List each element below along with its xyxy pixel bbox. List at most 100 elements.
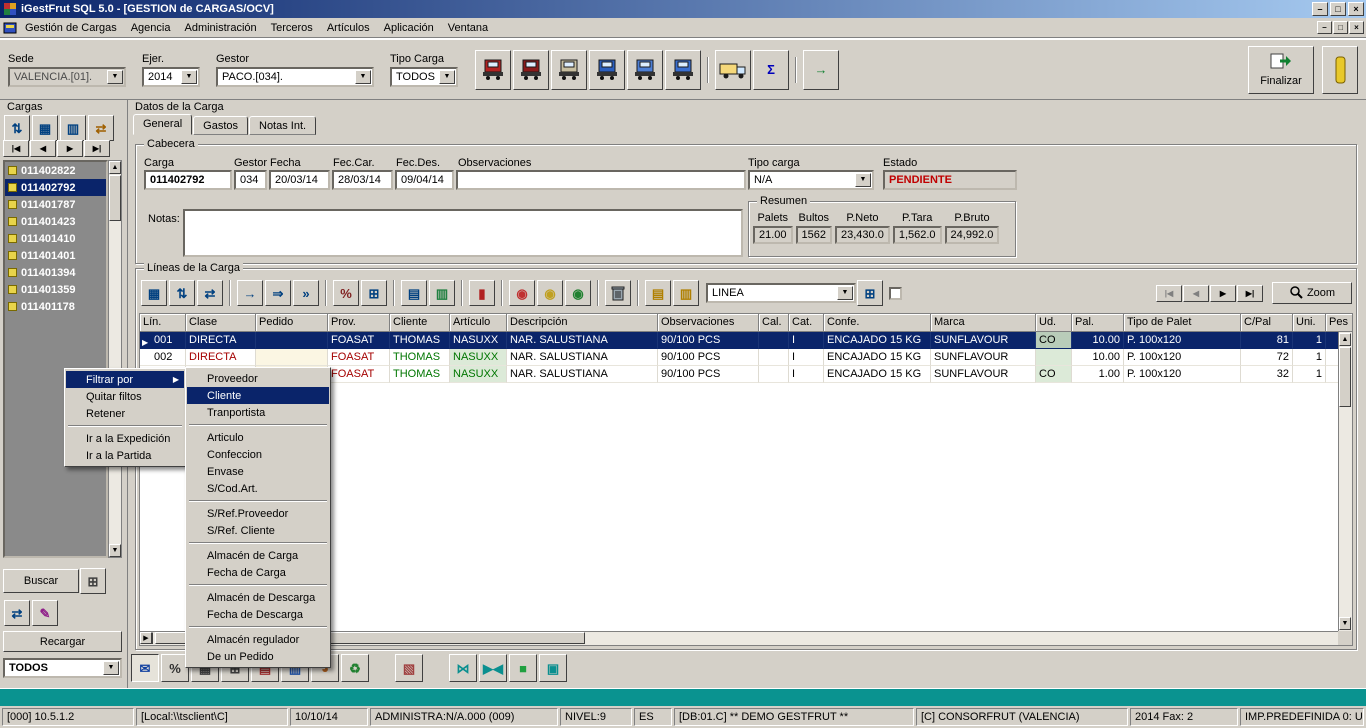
table-row[interactable]: ▶001DIRECTAFOASATTHOMASNASUXXNAR. SALUST… bbox=[140, 332, 1338, 349]
truck-side-icon[interactable] bbox=[715, 50, 751, 90]
zoom-button[interactable]: Zoom bbox=[1272, 282, 1352, 304]
tab-gastos[interactable]: Gastos bbox=[193, 116, 248, 135]
truck-ff-icon[interactable] bbox=[665, 50, 701, 90]
close-button[interactable]: × bbox=[1348, 2, 1364, 16]
trash-icon[interactable] bbox=[605, 280, 631, 306]
menu-item-aplicacion[interactable]: Aplicación bbox=[377, 19, 441, 37]
recargar-button[interactable]: Recargar bbox=[3, 631, 122, 652]
filter-submenu-item-envase[interactable]: Envase bbox=[187, 463, 329, 480]
menu-item-gestion-de-cargas[interactable]: Gestión de Cargas bbox=[18, 19, 124, 37]
column-header-c-pal[interactable]: C/Pal bbox=[1241, 314, 1293, 332]
tipo-carga-combo-arrow-icon[interactable]: ▼ bbox=[439, 70, 455, 84]
lines-move-icon[interactable]: ⇄ bbox=[197, 280, 223, 306]
truck-red-icon[interactable] bbox=[475, 50, 511, 90]
cargas-sort-icon[interactable]: ⇅ bbox=[4, 115, 30, 141]
column-header-clase[interactable]: Clase bbox=[186, 314, 256, 332]
coins-icon[interactable]: ▤ bbox=[645, 280, 671, 306]
export-icon[interactable]: → bbox=[803, 50, 839, 90]
buscar-button[interactable]: Buscar bbox=[3, 569, 79, 593]
gestor-combo-arrow-icon[interactable]: ▼ bbox=[355, 70, 371, 84]
column-header-cat[interactable]: Cat. bbox=[789, 314, 824, 332]
scroll-down-icon[interactable]: ▼ bbox=[109, 544, 121, 557]
collapse-icon[interactable]: ▶◀ bbox=[479, 654, 507, 682]
carga-list-item[interactable]: 011401359 bbox=[5, 281, 106, 298]
column-header-ud[interactable]: Ud. bbox=[1036, 314, 1072, 332]
cargas-transfer-icon[interactable]: ⇄ bbox=[88, 115, 114, 141]
filter-submenu-item-almacen-de-descarga[interactable]: Almacén de Descarga bbox=[187, 589, 329, 606]
line-forward-icon[interactable]: → bbox=[237, 280, 263, 306]
menu-item-agencia[interactable]: Agencia bbox=[124, 19, 178, 37]
scroll-up-icon[interactable]: ▲ bbox=[109, 161, 121, 174]
recycle-icon[interactable]: ♻ bbox=[341, 654, 369, 682]
tab-general[interactable]: General bbox=[133, 114, 192, 135]
status-green-icon[interactable]: ◉ bbox=[565, 280, 591, 306]
filter-submenu-item-articulo[interactable]: Articulo bbox=[187, 429, 329, 446]
context-menu-item-ir-a-la-partida[interactable]: Ir a la Partida bbox=[66, 447, 184, 464]
filter-submenu-item-fecha-de-carga[interactable]: Fecha de Carga bbox=[187, 564, 329, 581]
column-header-cal[interactable]: Cal. bbox=[759, 314, 789, 332]
finalizar-button[interactable]: Finalizar bbox=[1248, 46, 1314, 94]
gestor-combo[interactable]: PACO.[034]. ▼ bbox=[216, 67, 374, 87]
column-header-pes[interactable]: Pes bbox=[1326, 314, 1353, 332]
menu-item-administracion[interactable]: Administración bbox=[177, 19, 263, 37]
tipo-carga-field-combo[interactable]: N/A ▼ bbox=[748, 170, 874, 190]
sede-combo[interactable]: VALENCIA.[01]. ▼ bbox=[8, 67, 126, 87]
line-forward-all-icon[interactable]: ⇒ bbox=[265, 280, 291, 306]
truck-blue-icon[interactable] bbox=[589, 50, 625, 90]
cargas-grid-icon[interactable]: ▥ bbox=[60, 115, 86, 141]
buscar-grid-icon[interactable]: ⊞ bbox=[80, 568, 106, 594]
first-line-button[interactable]: |◀ bbox=[1156, 285, 1182, 302]
filter-submenu-item-de-un-pedido[interactable]: De un Pedido bbox=[187, 648, 329, 665]
carga-list-item[interactable]: 011401178 bbox=[5, 298, 106, 315]
filter-submenu-item-almacen-regulador[interactable]: Almacén regulador bbox=[187, 631, 329, 648]
fec-des-field[interactable]: 09/04/14 bbox=[395, 170, 454, 190]
context-menu-item-filtrar-por[interactable]: Filtrar por▶ bbox=[66, 371, 184, 388]
cargas-last-button[interactable]: ▶| bbox=[84, 140, 110, 157]
cargas-palette-icon[interactable]: ✎ bbox=[32, 600, 58, 626]
carga-list-item[interactable]: 011402792 bbox=[5, 179, 106, 196]
last-line-button[interactable]: ▶| bbox=[1237, 285, 1263, 302]
menu-item-ventana[interactable]: Ventana bbox=[441, 19, 495, 37]
line-jump-icon[interactable]: » bbox=[293, 280, 319, 306]
table-scroll-up-icon[interactable]: ▲ bbox=[1339, 333, 1351, 346]
table-vscrollbar[interactable]: ▲ ▼ bbox=[1338, 332, 1352, 631]
filter-submenu-item-s-ref-proveedor[interactable]: S/Ref.Proveedor bbox=[187, 505, 329, 522]
column-header-articulo[interactable]: Artículo bbox=[450, 314, 507, 332]
table-scroll-down-icon[interactable]: ▼ bbox=[1339, 617, 1351, 630]
cargas-copy-icon[interactable]: ▦ bbox=[32, 115, 58, 141]
mdi-restore-button[interactable]: □ bbox=[1333, 21, 1348, 34]
carga-list-item[interactable]: 011401394 bbox=[5, 264, 106, 281]
table-scroll-right-icon[interactable]: ▶ bbox=[140, 632, 152, 644]
truck-lightblue-icon[interactable] bbox=[627, 50, 663, 90]
carga-list-item[interactable]: 011401410 bbox=[5, 230, 106, 247]
lines-grid-icon[interactable]: ▦ bbox=[141, 280, 167, 306]
table-row[interactable]: 002DIRECTAFOASATTHOMASNASUXXNAR. SALUSTI… bbox=[140, 349, 1338, 366]
minimize-button[interactable]: – bbox=[1312, 2, 1328, 16]
chart-view-icon[interactable]: ▥ bbox=[429, 280, 455, 306]
observaciones-field[interactable] bbox=[456, 170, 746, 190]
lineas-checkbox[interactable] bbox=[889, 287, 902, 300]
fecha-field[interactable]: 20/03/14 bbox=[269, 170, 330, 190]
tipo-carga-field-arrow-icon[interactable]: ▼ bbox=[855, 173, 871, 187]
cargas-filter-arrow-icon[interactable]: ▼ bbox=[103, 661, 119, 675]
status-red-icon[interactable]: ◉ bbox=[509, 280, 535, 306]
column-header-prov[interactable]: Prov. bbox=[328, 314, 390, 332]
context-menu-item-quitar-filtos[interactable]: Quitar filtos bbox=[66, 388, 184, 405]
column-header-cliente[interactable]: Cliente bbox=[390, 314, 450, 332]
fec-car-field[interactable]: 28/03/14 bbox=[332, 170, 393, 190]
filter-submenu-item-almacen-de-carga[interactable]: Almacén de Carga bbox=[187, 547, 329, 564]
exit-icon[interactable] bbox=[1322, 46, 1358, 94]
status-yellow-icon[interactable]: ◉ bbox=[537, 280, 563, 306]
carga-list-item[interactable]: 011401423 bbox=[5, 213, 106, 230]
gestor-field[interactable]: 034 bbox=[234, 170, 267, 190]
cargas-exchange-icon[interactable]: ⇄ bbox=[4, 600, 30, 626]
cargas-prev-button[interactable]: ◀ bbox=[30, 140, 56, 157]
sede-combo-arrow-icon[interactable]: ▼ bbox=[107, 70, 123, 84]
ejer-combo-arrow-icon[interactable]: ▼ bbox=[181, 70, 197, 84]
next-line-button[interactable]: ▶ bbox=[1210, 285, 1236, 302]
prev-line-button[interactable]: ◀ bbox=[1183, 285, 1209, 302]
column-header-pal[interactable]: Pal. bbox=[1072, 314, 1124, 332]
filter-submenu-item-proveedor[interactable]: Proveedor bbox=[187, 370, 329, 387]
notas-field[interactable] bbox=[183, 209, 743, 257]
ejer-combo[interactable]: 2014 ▼ bbox=[142, 67, 200, 87]
